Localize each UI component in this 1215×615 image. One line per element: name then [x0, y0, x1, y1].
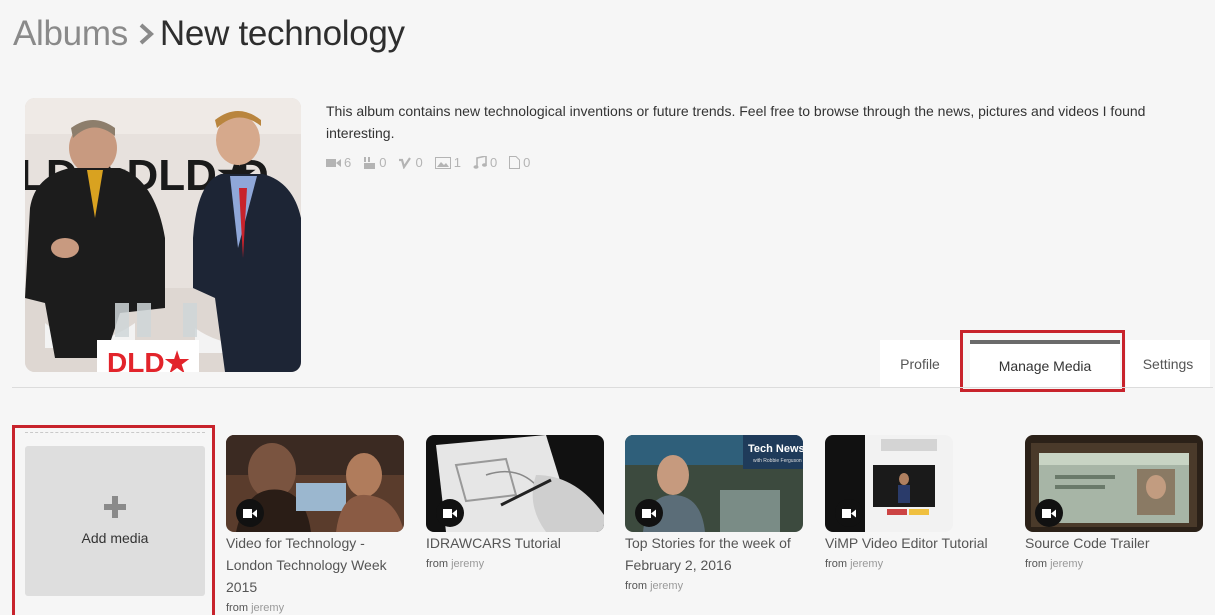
author-link[interactable]: jeremy: [850, 558, 883, 570]
tab-manage-media[interactable]: Manage Media: [970, 340, 1120, 388]
tech-news-logo-text: Tech News: [748, 443, 803, 455]
media-author: from jeremy: [825, 558, 884, 570]
media-item: IDRAWCARS Tutorial from jeremy: [426, 435, 604, 572]
media-item: ViMP Video Editor Tutorial from jeremy: [825, 435, 1003, 572]
media-thumbnail[interactable]: [825, 435, 953, 532]
media-thumbnail[interactable]: [226, 435, 404, 532]
video-count: 6: [326, 155, 351, 170]
page-title: New technology: [159, 14, 405, 53]
author-link[interactable]: jeremy: [451, 558, 484, 570]
media-title[interactable]: Top Stories for the week of February 2, …: [625, 532, 803, 576]
album-cover-image: LD ★DLD★ D DLD★: [25, 98, 301, 372]
author-link[interactable]: jeremy: [650, 580, 683, 592]
youtube-icon: [363, 156, 376, 169]
media-title[interactable]: IDRAWCARS Tutorial: [426, 532, 604, 554]
breadcrumb: Albums New technology: [13, 12, 405, 56]
media-thumbnail[interactable]: [1025, 435, 1203, 532]
author-link[interactable]: jeremy: [251, 602, 284, 614]
image-icon: [434, 156, 451, 169]
tab-profile[interactable]: Profile: [880, 340, 960, 388]
vimeo-count: 0: [398, 155, 423, 170]
add-media-highlight-box: Add media: [12, 425, 215, 615]
breadcrumb-albums-link[interactable]: Albums: [13, 14, 128, 54]
plus-icon: [104, 496, 126, 518]
tab-settings[interactable]: Settings: [1126, 340, 1210, 388]
add-media-button[interactable]: Add media: [25, 446, 205, 596]
youtube-count: 0: [363, 155, 386, 170]
divider: [25, 432, 205, 433]
media-item: Tech News with Robbie Ferguson Top Stori…: [625, 435, 803, 594]
video-camera-icon: [236, 499, 264, 527]
add-media-label: Add media: [81, 530, 149, 546]
image-count: 1: [434, 155, 461, 170]
document-count: 0: [509, 155, 530, 170]
chevron-right-icon: [138, 23, 154, 45]
media-title[interactable]: Video for Technology - London Technology…: [226, 532, 404, 598]
media-item: Source Code Trailer from jeremy: [1025, 435, 1203, 572]
media-item: Video for Technology - London Technology…: [226, 435, 404, 615]
divider: [12, 387, 1213, 388]
music-note-icon: [473, 156, 487, 169]
media-thumbnail[interactable]: Tech News with Robbie Ferguson: [625, 435, 803, 532]
video-camera-icon: [1035, 499, 1063, 527]
album-description: This album contains new technological in…: [326, 103, 1146, 141]
author-link[interactable]: jeremy: [1050, 558, 1083, 570]
video-camera-icon: [436, 499, 464, 527]
media-thumbnail[interactable]: [426, 435, 604, 532]
svg-text:DLD★: DLD★: [107, 347, 190, 372]
media-author: from jeremy: [625, 580, 684, 592]
video-camera-icon: [835, 499, 863, 527]
document-icon: [509, 156, 521, 169]
video-camera-icon: [326, 158, 341, 168]
media-title[interactable]: Source Code Trailer: [1025, 532, 1203, 554]
tech-news-subtitle-text: with Robbie Ferguson: [753, 458, 802, 464]
audio-count: 0: [473, 155, 497, 170]
vimeo-icon: [398, 156, 412, 169]
media-author: from jeremy: [426, 558, 485, 570]
media-author: from jeremy: [226, 602, 285, 614]
media-author: from jeremy: [1025, 558, 1084, 570]
media-title[interactable]: ViMP Video Editor Tutorial: [825, 532, 1003, 554]
album-stats: 6 0 0 1 0 0: [326, 155, 530, 170]
video-camera-icon: [635, 499, 663, 527]
